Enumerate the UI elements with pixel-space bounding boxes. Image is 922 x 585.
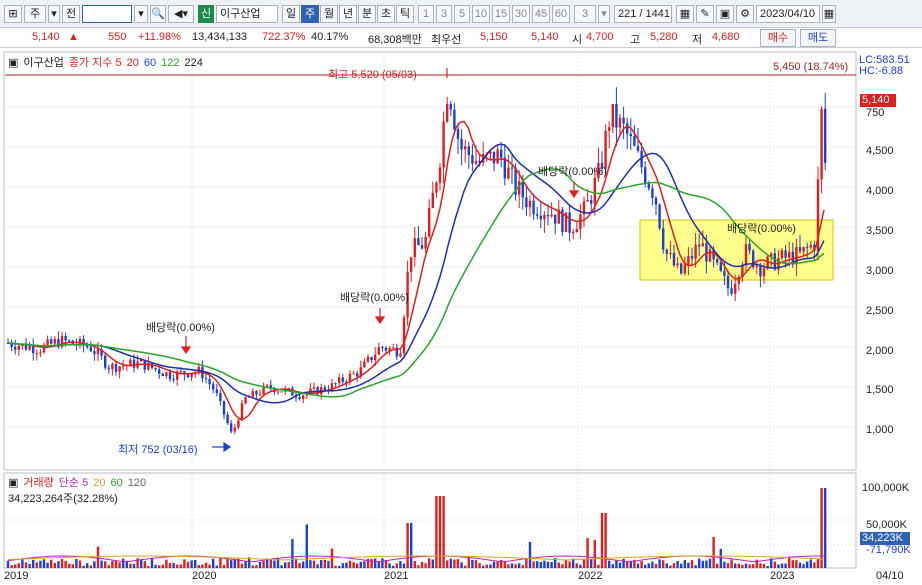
x-axis-label: 2020 bbox=[192, 570, 217, 582]
volume-legend: ▣ 거래량 단순 5 20 60 120 34,223,264주(32.28%) bbox=[8, 474, 151, 506]
period-day[interactable]: 일 bbox=[282, 5, 300, 23]
x-axis-label: 2022 bbox=[578, 570, 603, 582]
prev-button[interactable]: 전 bbox=[62, 5, 80, 23]
legend-title: 종가 지수 5 bbox=[68, 57, 122, 69]
save-icon[interactable]: ▣ bbox=[716, 5, 734, 23]
interval-10[interactable]: 10 bbox=[472, 5, 490, 23]
high-label: 고 bbox=[630, 34, 641, 46]
grid-icon[interactable]: ▦ bbox=[676, 5, 694, 23]
search-icon[interactable]: 🔍 bbox=[150, 5, 166, 23]
type-select[interactable]: 주 bbox=[24, 5, 46, 23]
quote-bar: 5,140 ▲ 550 +11.98% 13,434,133 722.37% 4… bbox=[0, 28, 922, 48]
count-select[interactable]: 3 bbox=[574, 5, 596, 23]
price-axis-label: 3,000 bbox=[866, 265, 894, 277]
interval-30[interactable]: 30 bbox=[512, 5, 530, 23]
new-badge: 신 bbox=[198, 5, 214, 23]
legend-ma-60: 60 bbox=[143, 57, 157, 69]
volume-ma-60: 60 bbox=[110, 477, 123, 489]
volume-value: 13,434,133 bbox=[192, 31, 248, 43]
price-axis-label: 2,500 bbox=[866, 305, 894, 317]
sell-button[interactable]: 매도 bbox=[800, 29, 836, 47]
volume-name: 거래량 bbox=[23, 477, 54, 489]
best-ask-label: 최우선 bbox=[431, 34, 462, 46]
open-label: 시 bbox=[572, 34, 583, 46]
stock-chart-window: ⊞ 주 ▾ 전 ▾ 025820 ▾ 🔍 ◀▾ 신 이구산업 일 주 월 년 분… bbox=[0, 0, 922, 585]
change-value: 550 bbox=[108, 31, 127, 43]
code-dropdown-icon[interactable]: ▾ bbox=[134, 5, 148, 23]
stock-name-field[interactable]: 이구산업 bbox=[216, 5, 278, 23]
price-axis-label: 3,500 bbox=[866, 225, 894, 237]
legend-ma-122: 122 bbox=[161, 57, 180, 69]
period-tick[interactable]: 틱 bbox=[396, 5, 414, 23]
volume-axis-label: 100,000K bbox=[862, 482, 910, 494]
checkbox-icon[interactable]: ▣ bbox=[8, 57, 18, 69]
open-value: 4,700 bbox=[586, 31, 614, 43]
x-axis-label: 2023 bbox=[770, 570, 795, 582]
period-year[interactable]: 년 bbox=[339, 5, 357, 23]
x-axis-label: 2021 bbox=[384, 570, 409, 582]
price-axis-label: 750 bbox=[866, 107, 885, 119]
checkbox-icon[interactable]: ▣ bbox=[8, 477, 18, 489]
dividend-label: 배당락(0.00%) bbox=[146, 322, 215, 334]
type-dropdown-icon[interactable]: ▾ bbox=[48, 5, 60, 23]
period-month[interactable]: 월 bbox=[320, 5, 338, 23]
dividend-label: 배당락(0.00%) bbox=[727, 223, 796, 235]
calendar-icon[interactable]: ▦ bbox=[822, 5, 836, 23]
stock-code-input[interactable]: 025820 bbox=[82, 5, 132, 23]
volume-title: 단순 5 bbox=[58, 477, 89, 489]
sound-icon[interactable]: ◀▾ bbox=[168, 5, 194, 23]
dividend-label: 배당락(0.00%) bbox=[538, 166, 607, 178]
period-minute[interactable]: 분 bbox=[358, 5, 376, 23]
volume-current: 34,223,264주(32.28%) bbox=[8, 493, 118, 505]
change-percent: +11.98% bbox=[138, 31, 181, 43]
up-arrow-icon: ▲ bbox=[68, 31, 79, 43]
interval-15[interactable]: 15 bbox=[492, 5, 510, 23]
range-display: 221 / 1441 bbox=[614, 5, 672, 23]
turnover-rate: 40.17% bbox=[311, 31, 349, 43]
price-axis-label: 4,500 bbox=[866, 145, 894, 157]
buy-button[interactable]: 매수 bbox=[760, 29, 796, 47]
x-axis-label: 2019 bbox=[4, 570, 29, 582]
best-bid: 5,140 bbox=[531, 31, 559, 43]
menu-icon[interactable]: ⊞ bbox=[4, 5, 22, 23]
volume-ma-20: 20 bbox=[93, 477, 106, 489]
low-annotation: 최저 752 (03/16) bbox=[118, 444, 198, 456]
interval-45[interactable]: 45 bbox=[532, 5, 550, 23]
last-annotation: 5,450 (18.74%) bbox=[773, 61, 849, 73]
volume-ma-120: 120 bbox=[127, 477, 147, 489]
current-price: 5,140 bbox=[32, 31, 60, 43]
price-axis-label: 2,000 bbox=[866, 345, 894, 357]
low-value: 4,680 bbox=[712, 31, 740, 43]
volume-ratio: 722.37% bbox=[262, 31, 306, 43]
trade-value: 68,308백만 bbox=[368, 34, 422, 46]
interval-1[interactable]: 1 bbox=[418, 5, 434, 23]
dividend-label: 배당락(0.00%) bbox=[340, 292, 409, 304]
price-axis-label: 1,000 bbox=[866, 424, 894, 436]
volume-tag-2: -71,790K bbox=[866, 544, 911, 556]
legend-ma-20: 20 bbox=[126, 57, 139, 69]
interval-60[interactable]: 60 bbox=[552, 5, 570, 23]
period-week[interactable]: 주 bbox=[301, 5, 319, 23]
high-annotation: 최고 5,520 (05/03) bbox=[328, 69, 417, 81]
price-tag: 5,140 bbox=[860, 94, 896, 107]
volume-axis-label: 50,000K bbox=[866, 519, 907, 531]
low-label: 저 bbox=[692, 34, 703, 46]
date-input[interactable]: 2023/04/10 bbox=[756, 5, 820, 23]
legend-ma-224: 224 bbox=[184, 57, 203, 69]
draw-icon[interactable]: ✎ bbox=[696, 5, 714, 23]
price-axis-label: 1,500 bbox=[866, 384, 894, 396]
best-ask: 5,150 bbox=[480, 31, 508, 43]
hc-label: HC:-6.88 bbox=[859, 65, 904, 77]
count-dropdown-icon[interactable]: ▾ bbox=[598, 5, 610, 23]
price-axis-label: 4,000 bbox=[866, 185, 894, 197]
settings-icon[interactable]: ⚙ bbox=[736, 5, 754, 23]
x-axis-label: 04/10 bbox=[876, 570, 904, 582]
interval-5[interactable]: 5 bbox=[454, 5, 470, 23]
high-value: 5,280 bbox=[650, 31, 678, 43]
toolbar: ⊞ 주 ▾ 전 ▾ 025820 ▾ 🔍 ◀▾ 신 이구산업 일 주 월 년 분… bbox=[0, 0, 922, 28]
interval-3[interactable]: 3 bbox=[436, 5, 452, 23]
legend-stock-name: 이구산업 bbox=[23, 57, 64, 69]
period-second[interactable]: 초 bbox=[377, 5, 395, 23]
price-legend: ▣ 이구산업 종가 지수 5 20 60 122 224 bbox=[8, 54, 208, 70]
